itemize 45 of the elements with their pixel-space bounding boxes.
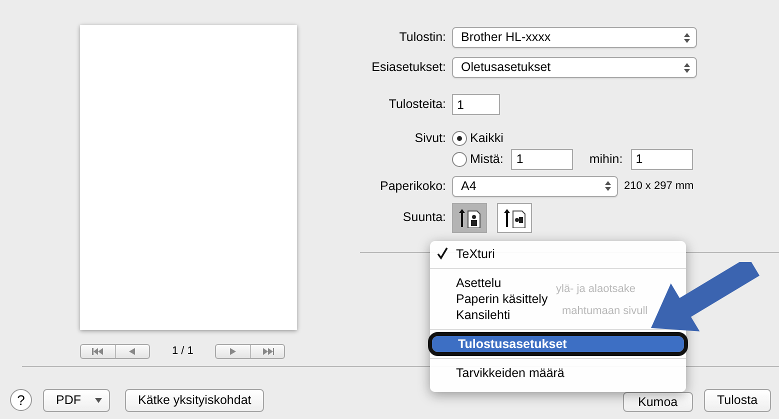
printer-dropdown[interactable]: Brother HL-xxxx bbox=[452, 27, 697, 48]
field-label: Tulosteita: bbox=[388, 96, 446, 114]
pdf-button[interactable]: PDF bbox=[43, 389, 110, 412]
field-label: Suunta: bbox=[402, 209, 446, 226]
background-text: mahtumaan sivull bbox=[562, 304, 648, 319]
radio-option[interactable]: Kaikki bbox=[452, 129, 504, 148]
orientation-button[interactable] bbox=[497, 202, 532, 233]
presets-dropdown[interactable]: Oletusasetukset bbox=[452, 57, 697, 78]
page-counter: 1 / 1 bbox=[172, 344, 194, 359]
menu-item[interactable]: Tulostusasetukset bbox=[432, 336, 684, 352]
paper-dimensions: 210 x 297 mm bbox=[624, 179, 694, 194]
previous-page-icon bbox=[129, 348, 136, 355]
page-nav-back[interactable] bbox=[80, 344, 150, 359]
caret-icon bbox=[95, 398, 102, 403]
stepper-icon bbox=[684, 32, 690, 42]
orientation-button[interactable] bbox=[452, 202, 487, 233]
background-text: ylä- ja alaotsake bbox=[556, 282, 636, 297]
menu-item[interactable]: Kansilehti bbox=[430, 307, 514, 323]
first-page-icon bbox=[92, 348, 104, 355]
to-page-field[interactable]: 1 bbox=[630, 148, 693, 170]
checkmark-icon bbox=[437, 246, 449, 260]
menu-item[interactable]: Asettelu bbox=[430, 275, 506, 291]
page-nav-forward[interactable] bbox=[215, 344, 286, 359]
next-page-icon bbox=[230, 348, 236, 355]
hide-details-button[interactable]: Kätke yksityiskohdat bbox=[125, 389, 264, 412]
menu-item[interactable]: Tarvikkeiden määrä bbox=[430, 365, 568, 381]
menu-item[interactable]: Paperin käsittely bbox=[430, 291, 552, 307]
stepper-icon bbox=[605, 181, 611, 192]
field-label: Esiasetukset: bbox=[370, 59, 446, 76]
radio-option[interactable]: Mistä: bbox=[452, 150, 504, 169]
print-button[interactable]: Tulosta bbox=[704, 389, 771, 412]
menu-item[interactable]: TeXturi bbox=[430, 246, 499, 262]
field-label: Paperikoko: bbox=[378, 178, 446, 195]
field-label: Sivut: bbox=[414, 130, 446, 147]
last-page-icon bbox=[262, 348, 274, 355]
from-page-field[interactable]: 1 bbox=[511, 148, 574, 170]
help-button[interactable]: ? bbox=[10, 389, 32, 411]
paper-size-dropdown[interactable]: A4 bbox=[452, 176, 618, 197]
landscape-icon bbox=[504, 208, 526, 228]
portrait-icon bbox=[458, 208, 480, 228]
cancel-button[interactable]: Kumoa bbox=[623, 392, 693, 412]
copies-field[interactable]: 1 bbox=[452, 94, 500, 115]
stepper-icon bbox=[684, 62, 690, 72]
field-label: Tulostin: bbox=[398, 29, 446, 46]
field-label: mihin: bbox=[589, 150, 623, 168]
